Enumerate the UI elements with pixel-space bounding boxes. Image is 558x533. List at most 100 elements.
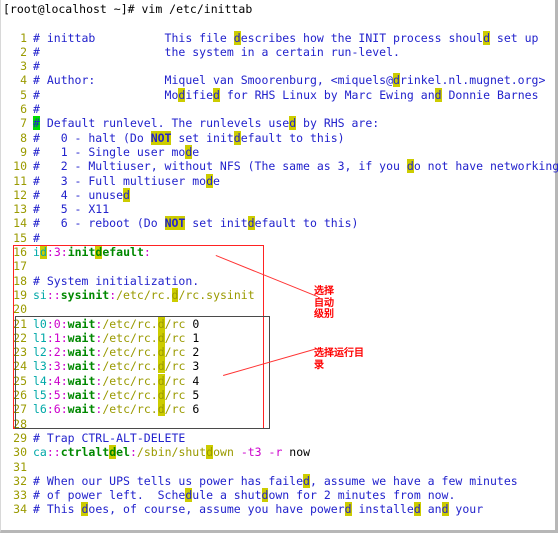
code-text: l1:1:wait:/etc/rc.d/rc 1 <box>33 330 200 345</box>
line-number: 8 <box>20 130 27 145</box>
line-number: 24 <box>13 359 27 374</box>
terminal-output[interactable]: [root@localhost ~]# vim /etc/inittab 1 # … <box>1 0 558 517</box>
code-line-1[interactable]: 1 # inittab This file describes how the I… <box>3 30 553 45</box>
line-number: 29 <box>13 430 27 445</box>
code-text: # the system in a certain run-level. <box>33 44 400 59</box>
line-number: 12 <box>13 187 27 202</box>
line-number: 9 <box>20 144 27 159</box>
line-number: 30 <box>13 445 27 460</box>
code-line-10[interactable]: 10 # 2 - Multiuser, without NFS (The same… <box>3 159 558 174</box>
code-text: # This does, of course, assume you have … <box>33 502 484 517</box>
code-text: # 6 - reboot (Do NOT set initdefault to … <box>33 216 359 231</box>
line-number: 25 <box>13 373 27 388</box>
line-number: 31 <box>13 459 27 474</box>
code-line-31[interactable]: 31 <box>3 460 553 474</box>
code-line-11[interactable]: 11 # 3 - Full multiuser mode <box>3 173 553 188</box>
line-number: 17 <box>13 259 27 274</box>
line-number: 23 <box>13 345 27 360</box>
code-text: # 1 - Single user mode <box>33 144 200 159</box>
spacer-row <box>3 16 553 30</box>
code-line-27[interactable]: 27 l6:6:wait:/etc/rc.d/rc 6 <box>3 402 553 417</box>
line-number: 34 <box>13 502 27 517</box>
line-number: 26 <box>13 388 27 403</box>
code-text: si::sysinit:/etc/rc.d/rc.sysinit <box>33 287 255 302</box>
code-line-23[interactable]: 23 l2:2:wait:/etc/rc.d/rc 2 <box>3 345 553 360</box>
code-line-15[interactable]: 15 # <box>3 231 553 245</box>
code-text: # Default runlevel. The runlevels used b… <box>33 116 380 131</box>
code-line-14[interactable]: 14 # 6 - reboot (Do NOT set initdefault t… <box>3 216 553 231</box>
code-text: # System initialization. <box>33 273 200 288</box>
code-text: l0:0:wait:/etc/rc.d/rc 0 <box>33 316 200 331</box>
code-text: l2:2:wait:/etc/rc.d/rc 2 <box>33 345 200 360</box>
code-line-25[interactable]: 25 l4:4:wait:/etc/rc.d/rc 4 <box>3 373 553 388</box>
line-number: 2 <box>20 44 27 59</box>
line-number: 21 <box>13 316 27 331</box>
code-line-5[interactable]: 5 # Modified for RHS Linux by Marc Ewing … <box>3 87 553 102</box>
code-text: # 4 - unused <box>33 187 130 202</box>
code-line-30[interactable]: 30 ca::ctrlaltdel:/sbin/shutdown -t3 -r n… <box>3 445 553 460</box>
code-text: # <box>33 230 40 245</box>
line-number: 6 <box>20 102 27 117</box>
code-line-2[interactable]: 2 # the system in a certain run-level. <box>3 45 553 59</box>
code-line-3[interactable]: 3 # <box>3 59 553 73</box>
code-text: # When our UPS tells us power has failed… <box>33 473 518 488</box>
code-text: # Trap CTRL-ALT-DELETE <box>33 430 186 445</box>
line-number: 15 <box>13 230 27 245</box>
code-text: # Modified for RHS Linux by Marc Ewing a… <box>33 87 539 102</box>
line-number: 11 <box>13 173 27 188</box>
code-text: l4:4:wait:/etc/rc.d/rc 4 <box>33 373 200 388</box>
code-line-20[interactable]: 20 <box>3 302 553 316</box>
code-line-9[interactable]: 9 # 1 - Single user mode <box>3 144 553 159</box>
code-line-8[interactable]: 8 # 0 - halt (Do NOT set initdefault to t… <box>3 130 553 145</box>
code-text: # inittab This file describes how the IN… <box>33 30 539 45</box>
code-line-33[interactable]: 33 # of power left. Schedule a shutdown f… <box>3 488 553 503</box>
terminal-screenshot: [root@localhost ~]# vim /etc/inittab 1 # … <box>0 0 558 533</box>
line-number: 13 <box>13 202 27 217</box>
code-line-13[interactable]: 13 # 5 - X11 <box>3 202 553 216</box>
line-number: 4 <box>20 73 27 88</box>
cursor-block: # <box>33 116 40 131</box>
line-number: 28 <box>13 416 27 431</box>
code-line-6[interactable]: 6 # <box>3 102 553 116</box>
shell-prompt-line: [root@localhost ~]# vim /etc/inittab <box>3 2 553 16</box>
code-line-34[interactable]: 34 # This does, of course, assume you hav… <box>3 502 553 517</box>
code-text: # <box>33 102 40 117</box>
line-number: 3 <box>20 59 27 74</box>
code-line-28[interactable]: 28 <box>3 417 553 431</box>
line-number: 20 <box>13 302 27 317</box>
code-text: # 2 - Multiuser, without NFS (The same a… <box>33 159 558 174</box>
code-line-21[interactable]: 21 l0:0:wait:/etc/rc.d/rc 0 <box>3 316 553 331</box>
code-line-32[interactable]: 32 # When our UPS tells us power has fail… <box>3 473 553 488</box>
code-text: # <box>33 59 40 74</box>
code-line-16[interactable]: 16 id:3:initdefault: <box>3 245 553 260</box>
line-number: 33 <box>13 488 27 503</box>
code-line-19[interactable]: 19 si::sysinit:/etc/rc.d/rc.sysinit <box>3 287 553 302</box>
code-line-26[interactable]: 26 l5:5:wait:/etc/rc.d/rc 5 <box>3 388 553 403</box>
line-number: 14 <box>13 216 27 231</box>
code-text: ca::ctrlaltdel:/sbin/shutdown -t3 -r now <box>33 445 311 460</box>
code-line-22[interactable]: 22 l1:1:wait:/etc/rc.d/rc 1 <box>3 330 553 345</box>
code-line-24[interactable]: 24 l3:3:wait:/etc/rc.d/rc 3 <box>3 359 553 374</box>
code-line-7[interactable]: 7 # Default runlevel. The runlevels used … <box>3 116 553 131</box>
code-text: # 5 - X11 <box>33 202 110 217</box>
line-number: 7 <box>20 116 27 131</box>
line-number: 10 <box>13 159 27 174</box>
code-text: # 3 - Full multiuser mode <box>33 173 220 188</box>
prompt-text: [root@localhost ~]# vim /etc/inittab <box>3 2 253 16</box>
code-text: id:3:initdefault: <box>33 245 151 260</box>
code-line-12[interactable]: 12 # 4 - unused <box>3 187 553 202</box>
code-line-18[interactable]: 18 # System initialization. <box>3 274 553 288</box>
code-text: l5:5:wait:/etc/rc.d/rc 5 <box>33 388 200 403</box>
line-number: 27 <box>13 402 27 417</box>
window-frame: [root@localhost ~]# vim /etc/inittab 1 # … <box>0 0 558 533</box>
line-number: 16 <box>13 245 27 260</box>
line-number: 1 <box>20 30 27 45</box>
code-line-4[interactable]: 4 # Author: Miquel van Smoorenburg, <miqu… <box>3 73 553 88</box>
code-text: # Author: Miquel van Smoorenburg, <mique… <box>33 73 546 88</box>
code-line-17[interactable]: 17 <box>3 259 553 273</box>
code-line-29[interactable]: 29 # Trap CTRL-ALT-DELETE <box>3 431 553 445</box>
line-number: 5 <box>20 87 27 102</box>
code-text: l6:6:wait:/etc/rc.d/rc 6 <box>33 402 200 417</box>
code-text: # 0 - halt (Do NOT set initdefault to th… <box>33 130 345 145</box>
code-text: l3:3:wait:/etc/rc.d/rc 3 <box>33 359 200 374</box>
